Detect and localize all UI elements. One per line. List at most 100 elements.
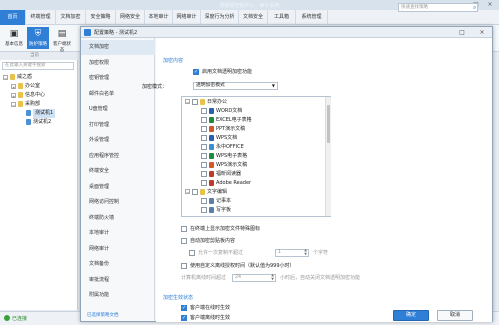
- tree-item[interactable]: − 威之盾: [0, 73, 78, 82]
- file-type-item[interactable]: WPS电子表格: [182, 152, 324, 160]
- file-type-label: EXCEL电子表格: [216, 117, 252, 123]
- policy-nav: 文档加密 加密权限 密钥管理 邮件白名单 U盘管理 打印管理 外设管理 应用程序管控 终端安全桌…: [81, 38, 155, 321]
- policy-nav-item[interactable]: 审批流程: [81, 273, 155, 288]
- file-type-checkbox[interactable]: [201, 171, 207, 177]
- file-type-item[interactable]: 永中OFFICE: [182, 143, 324, 151]
- search-icon[interactable]: ⌕: [470, 3, 479, 12]
- file-type-item[interactable]: WORD文档: [182, 107, 324, 115]
- file-type-item[interactable]: PPT演示文稿: [182, 125, 324, 133]
- expand-icon[interactable]: +: [11, 93, 16, 99]
- status-text: 已连接: [12, 316, 28, 322]
- auth-hours-stepper[interactable]: 24 ▲ ▼: [232, 273, 276, 282]
- policy-nav-item[interactable]: 加密权限: [81, 56, 155, 71]
- stepper-arrows-icon[interactable]: ▲ ▼: [271, 273, 274, 281]
- policy-nav-item[interactable]: U盘管理: [81, 102, 155, 117]
- file-type-checkbox[interactable]: [201, 207, 207, 213]
- custom-auth-checkbox[interactable]: [181, 263, 187, 269]
- file-type-checkbox[interactable]: [201, 162, 207, 168]
- file-tree-scrollbar[interactable]: [325, 97, 331, 216]
- folder-icon: [18, 92, 23, 98]
- tab-7[interactable]: 深度行为分析: [201, 10, 239, 25]
- tab-0[interactable]: 首页: [0, 10, 26, 25]
- file-type-item[interactable]: WPS演示文稿: [182, 161, 324, 169]
- cancel-button[interactable]: 取消: [437, 310, 473, 321]
- tab-9[interactable]: 工具箱: [268, 10, 296, 25]
- file-type-icon: [209, 207, 214, 213]
- allow-copy-checkbox[interactable]: [189, 250, 195, 256]
- tree-item-label: 测试机2: [33, 119, 52, 125]
- file-type-item[interactable]: 记事本: [182, 197, 324, 205]
- file-type-item[interactable]: EXCEL电子表格: [182, 116, 324, 124]
- file-type-checkbox[interactable]: [201, 144, 207, 150]
- collapse-icon[interactable]: −: [185, 99, 190, 105]
- collapse-icon[interactable]: −: [185, 189, 190, 195]
- policy-nav-item[interactable]: 网络审计: [81, 242, 155, 257]
- tab-8[interactable]: 文档安全: [239, 10, 268, 25]
- tree-item[interactable]: 测试机1: [0, 109, 78, 118]
- file-type-item[interactable]: Adobe Reader: [182, 179, 324, 187]
- tree-item[interactable]: + 办公室: [0, 82, 78, 91]
- policy-nav-item[interactable]: 本地审计: [81, 226, 155, 241]
- tree-item[interactable]: 测试机2: [0, 118, 78, 127]
- policy-nav-item[interactable]: 桌面管理: [81, 180, 155, 195]
- dialog-close-icon[interactable]: ×: [477, 28, 487, 37]
- file-type-checkbox[interactable]: [201, 198, 207, 204]
- scrollbar-thumb[interactable]: [327, 105, 330, 143]
- stepper-arrows-icon[interactable]: ▲ ▼: [304, 248, 307, 256]
- allow-copy-label: 允许一次复制不超过: [198, 250, 244, 256]
- tree-item[interactable]: − 采购部: [0, 100, 78, 109]
- toolbar-button-1[interactable]: ⛨ 防护策略: [27, 27, 49, 49]
- online-effect-checkbox[interactable]: [181, 305, 187, 311]
- policy-search-input[interactable]: 快速查找策略: [398, 3, 478, 12]
- tab-1[interactable]: 终端管理: [26, 10, 56, 25]
- tab-5[interactable]: 本地审计: [145, 10, 173, 25]
- collapse-icon[interactable]: −: [3, 75, 8, 81]
- file-type-checkbox[interactable]: [201, 117, 207, 123]
- show-icon-checkbox[interactable]: [181, 226, 187, 232]
- toolbar-button-0[interactable]: ▣ 基本信息: [3, 27, 25, 49]
- enable-encryption-checkbox[interactable]: [193, 69, 199, 75]
- collapse-icon[interactable]: −: [11, 102, 16, 108]
- tab-2[interactable]: 文档加密: [56, 10, 86, 25]
- file-type-item[interactable]: 福昕阅读器: [182, 170, 324, 178]
- policy-nav-item[interactable]: 外设管理: [81, 133, 155, 148]
- file-type-checkbox[interactable]: [201, 180, 207, 186]
- file-type-checkbox[interactable]: [201, 153, 207, 159]
- file-type-item[interactable]: WPS文档: [182, 134, 324, 142]
- policy-nav-item[interactable]: 文档备份: [81, 257, 155, 272]
- dialog-title-bar: 配置策略 - 测试机2 □ ×: [81, 27, 492, 38]
- policy-nav-item[interactable]: 网络访问控制: [81, 195, 155, 210]
- policy-nav-item[interactable]: 打印管理: [81, 118, 155, 133]
- file-type-checkbox[interactable]: [192, 189, 198, 195]
- file-type-checkbox[interactable]: [201, 108, 207, 114]
- policy-nav-item[interactable]: 文档加密: [81, 40, 155, 55]
- tab-3[interactable]: 安全策略: [86, 10, 116, 25]
- policy-nav-item[interactable]: 终端安全: [81, 164, 155, 179]
- policy-nav-item[interactable]: 应用程序管控: [81, 149, 155, 164]
- dialog-maximize-icon[interactable]: □: [457, 28, 467, 37]
- selected-policy-link[interactable]: 已选择策略文档: [87, 312, 119, 318]
- file-type-checkbox[interactable]: [201, 126, 207, 132]
- toolbar-button-2[interactable]: ▤ 客户端状态: [51, 27, 73, 53]
- file-type-checkbox[interactable]: [192, 99, 198, 105]
- tab-4[interactable]: 网络安全: [116, 10, 145, 25]
- tree-item[interactable]: + 信息中心: [0, 91, 78, 100]
- mode-select[interactable]: 透明加密模式 ▼: [193, 82, 278, 90]
- auto-clipboard-checkbox[interactable]: [181, 238, 187, 244]
- chevron-down-icon: ▼: [271, 83, 275, 88]
- copy-limit-stepper[interactable]: 1 ▲ ▼: [275, 248, 309, 257]
- file-type-item[interactable]: 写字板: [182, 206, 324, 214]
- tab-6[interactable]: 网络审计: [173, 10, 201, 25]
- ok-button[interactable]: 确定: [393, 310, 429, 321]
- toolbar-label: 基本信息: [5, 42, 23, 47]
- policy-nav-item[interactable]: 附属功能: [81, 288, 155, 303]
- offline-effect-checkbox[interactable]: [181, 315, 187, 321]
- file-type-item[interactable]: − 文字编辑: [182, 188, 324, 196]
- close-icon[interactable]: ×: [484, 1, 496, 9]
- file-type-item[interactable]: − 日常办公: [182, 98, 324, 106]
- tree-search-input[interactable]: 在此输入关键字搜索: [2, 62, 74, 70]
- expand-icon[interactable]: +: [11, 84, 16, 90]
- file-type-checkbox[interactable]: [201, 135, 207, 141]
- policy-nav-item[interactable]: 终端防火墙: [81, 211, 155, 226]
- tab-10[interactable]: 系统管理: [296, 10, 328, 25]
